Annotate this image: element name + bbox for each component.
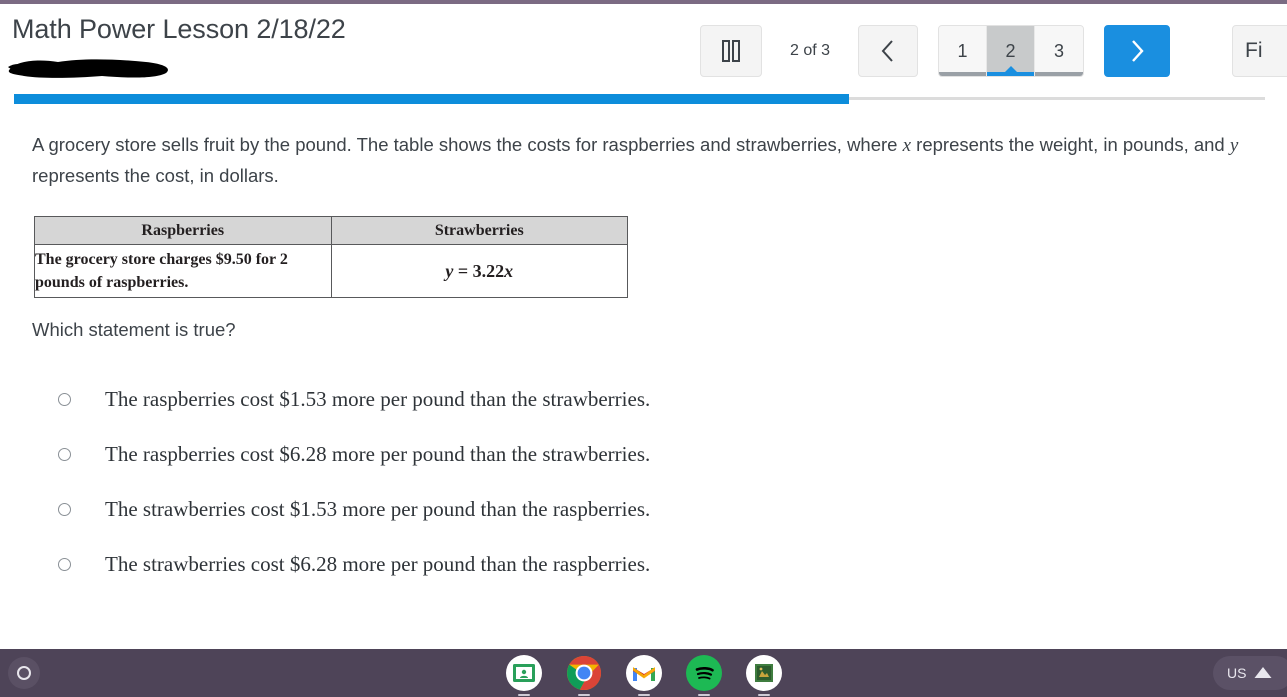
answer-option-3-label: The strawberries cost $1.53 more per pou… [105,497,651,521]
radio-button-2[interactable] [58,448,71,461]
lesson-toolbar: 2 of 3 1 2 3 Fi [700,22,1287,80]
finish-button[interactable]: Fi [1232,25,1287,77]
shelf-item-google-classroom[interactable] [505,655,542,691]
system-status-area[interactable]: US [1213,656,1287,690]
prompt-variable-x: x [902,135,912,156]
chevron-left-icon [881,40,893,62]
launcher-circle-icon [17,666,31,680]
table-header-strawberries: Strawberries [330,216,628,245]
photo-icon [745,655,782,691]
next-page-button[interactable] [1104,25,1171,77]
gmail-icon [625,655,662,691]
shelf-item-spotify[interactable] [685,655,722,691]
page-title: Math Power Lesson 2/18/22 [12,14,346,44]
raspberries-description-cell: The grocery store charges $9.50 for 2 po… [34,244,332,298]
answer-option-4[interactable]: The strawberries cost $6.28 more per pou… [32,537,1232,592]
launcher-button[interactable] [8,657,40,689]
prompt-text-part-2: represents the weight, in pounds, and [911,134,1230,155]
spotify-icon [685,655,722,691]
pause-icon [722,40,740,62]
current-page-indicator-icon [1003,66,1018,73]
app-header: Math Power Lesson 2/18/22 2 of 3 1 2 3 F… [0,4,1287,104]
table-header-row: Raspberries Strawberries [34,216,628,245]
prompt-variable-y: y [1229,135,1239,156]
page-button-1-label: 1 [957,40,968,61]
keyboard-layout-indicator: US [1227,665,1247,681]
answer-option-1-label: The raspberries cost $1.53 more per poun… [105,387,651,411]
shelf-item-gmail[interactable] [625,655,662,691]
question-text: Which statement is true? [32,319,236,340]
equation-variable-x: x [504,260,514,281]
page-button-3[interactable]: 3 [1035,26,1084,76]
pause-button[interactable] [700,25,762,77]
screen: Math Power Lesson 2/18/22 2 of 3 1 2 3 F… [0,0,1287,697]
chrome-icon [566,655,602,691]
page-counter: 2 of 3 [790,42,831,59]
prompt-text-part-3: represents the cost, in dollars. [32,165,279,186]
lesson-app-window: Math Power Lesson 2/18/22 2 of 3 1 2 3 F… [0,4,1287,649]
previous-page-button[interactable] [858,25,919,77]
radio-button-3[interactable] [58,503,71,516]
page-number-group: 1 2 3 [938,25,1085,77]
question-prompt: A grocery store sells fruit by the pound… [32,130,1257,191]
chevron-right-icon [1132,40,1144,62]
page-button-2-label: 2 [1005,40,1016,61]
radio-button-1[interactable] [58,393,71,406]
answer-option-1[interactable]: The raspberries cost $1.53 more per poun… [32,372,1232,427]
page-button-2[interactable]: 2 [987,26,1036,76]
shelf-item-photo-app[interactable] [745,655,782,691]
answer-option-2[interactable]: The raspberries cost $6.28 more per poun… [32,427,1232,482]
page-button-3-label: 3 [1054,40,1065,61]
answer-option-4-label: The strawberries cost $6.28 more per pou… [105,552,651,576]
prompt-text-part-1: A grocery store sells fruit by the pound… [32,134,903,155]
chromeos-shelf: US [0,649,1287,697]
wifi-icon [1254,667,1272,678]
redacted-subtitle [8,59,168,78]
strawberries-equation-cell: y = 3.22x [330,244,628,298]
answer-option-2-label: The raspberries cost $6.28 more per poun… [105,442,651,466]
table-header-raspberries: Raspberries [34,216,332,245]
page-button-1[interactable]: 1 [939,26,988,76]
answer-option-3[interactable]: The strawberries cost $1.53 more per pou… [32,482,1232,537]
radio-button-4[interactable] [58,558,71,571]
answer-options-list: The raspberries cost $1.53 more per poun… [32,372,1232,592]
shelf-item-google-chrome[interactable] [566,655,602,691]
classroom-icon [505,655,542,691]
shelf-app-list [505,655,782,691]
table-row: The grocery store charges $9.50 for 2 po… [34,244,628,298]
progress-fill [14,94,849,104]
equation-operator: = 3.22 [453,260,505,281]
fruit-cost-table: Raspberries Strawberries The grocery sto… [34,216,628,298]
